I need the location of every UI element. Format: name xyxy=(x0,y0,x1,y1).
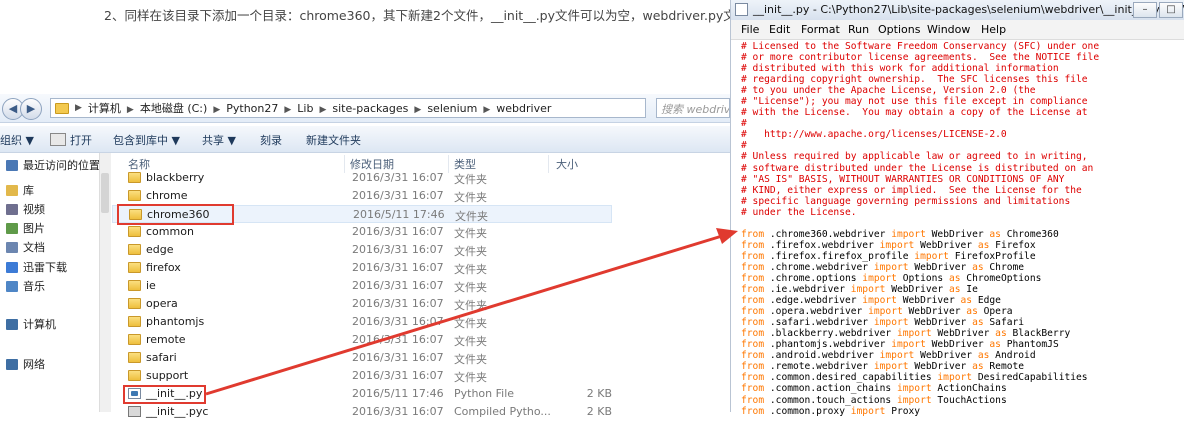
arrow-head xyxy=(716,228,738,244)
arrow-line xyxy=(205,234,723,396)
annotation-arrow xyxy=(205,228,738,396)
